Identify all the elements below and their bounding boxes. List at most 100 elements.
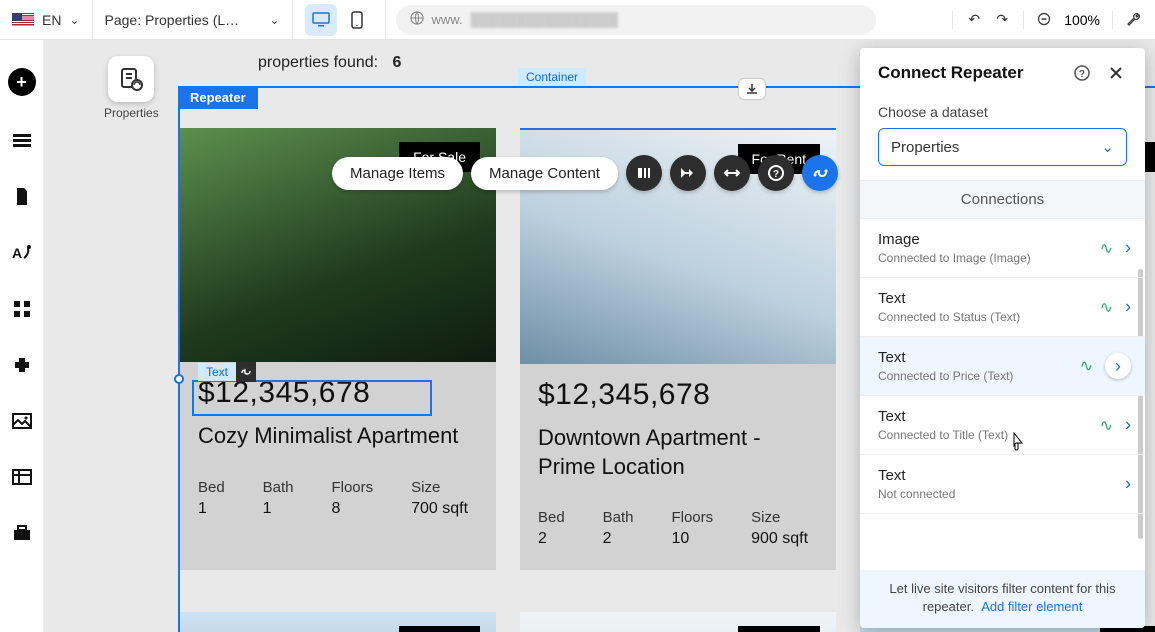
data-icon[interactable] <box>11 466 33 488</box>
meta-value: 900 sqft <box>751 530 818 548</box>
dataset-indicator-label: Properties <box>104 106 159 120</box>
meta-header: Bed <box>538 509 575 526</box>
close-button[interactable] <box>1105 62 1127 84</box>
property-card[interactable]: For Rent $12,345,678 Downtown Apartment … <box>520 128 836 570</box>
connected-icon: ∿ <box>1080 356 1093 376</box>
connection-item-image[interactable]: Image Connected to Image (Image) ∿ › <box>860 219 1145 278</box>
cursor-icon <box>1008 432 1026 457</box>
svg-text:?: ? <box>773 169 779 180</box>
wrench-icon <box>1125 11 1143 29</box>
chevron-right-icon: › <box>1125 238 1131 259</box>
meta-value: 1 <box>263 500 304 518</box>
meta-value: 700 sqft <box>411 500 478 518</box>
top-bar: EN ⌄ Page: Properties (L… ⌄ www. ███████… <box>0 0 1155 40</box>
add-button[interactable]: + <box>8 68 36 96</box>
connect-repeater-panel: Connect Repeater ? Choose a dataset Prop… <box>860 48 1145 628</box>
page-icon[interactable] <box>11 186 33 208</box>
media-icon[interactable] <box>11 410 33 432</box>
manage-items-button[interactable]: Manage Items <box>332 157 463 190</box>
dataset-dropdown[interactable]: Properties ⌄ <box>878 128 1127 166</box>
property-card[interactable]: For Rent <box>520 612 836 632</box>
meta-value: 2 <box>538 530 575 548</box>
resize-handle-left[interactable] <box>174 374 184 384</box>
sections-icon[interactable] <box>11 130 33 152</box>
export-down-button[interactable] <box>738 78 766 100</box>
choose-dataset-label: Choose a dataset <box>878 104 1127 120</box>
property-price: $12,345,678 <box>538 378 818 412</box>
connect-icon <box>236 362 256 382</box>
monitor-icon <box>312 12 330 28</box>
editor-canvas: Properties properties found: 6 Repeater … <box>44 40 1155 632</box>
connection-item-price[interactable]: Text Connected to Price (Text) ∿ › <box>860 337 1145 396</box>
layout-button[interactable] <box>626 155 662 191</box>
tools-button[interactable] <box>1112 11 1155 29</box>
property-image: For Rent <box>520 612 836 632</box>
connection-subtitle: Not connected <box>878 487 1127 501</box>
page-selector[interactable]: Page: Properties (L… ⌄ <box>93 0 293 39</box>
history-controls: ↶ ↷ <box>952 11 1023 29</box>
container-tag[interactable]: Container <box>518 68 586 86</box>
price-selection-box[interactable] <box>192 380 432 416</box>
text-element-tag[interactable]: Text <box>198 362 256 382</box>
manage-content-button[interactable]: Manage Content <box>471 157 618 190</box>
results-count: properties found: 6 <box>258 54 401 72</box>
panel-body: Choose a dataset Properties ⌄ <box>860 98 1145 180</box>
animation-button[interactable] <box>670 155 706 191</box>
url-bar-section: www. ████████████████ <box>386 5 953 35</box>
chevron-right-icon: › <box>1125 297 1131 318</box>
panel-title: Connect Repeater <box>878 63 1023 83</box>
text-tag-label: Text <box>198 363 236 381</box>
url-blurred: ████████████████ <box>471 12 618 27</box>
property-card[interactable]: For Sale <box>180 612 496 632</box>
dataset-icon <box>108 56 154 102</box>
redo-button[interactable]: ↷ <box>993 11 1011 29</box>
zoom-control[interactable]: 100% <box>1023 11 1112 29</box>
chevron-down-icon: ⌄ <box>269 13 279 27</box>
device-switcher <box>293 0 386 39</box>
help-icon[interactable]: ? <box>1071 62 1093 84</box>
property-card[interactable]: For Sale Text $12,345,678 Cozy Minimalis… <box>180 128 496 570</box>
card-body: $12,345,678 Downtown Apartment - Prime L… <box>520 364 836 570</box>
connected-icon: ∿ <box>1100 415 1113 435</box>
meta-value: 2 <box>603 530 644 548</box>
connection-item-unconnected[interactable]: Text Not connected › <box>860 455 1145 514</box>
chevron-right-icon: › <box>1125 415 1131 436</box>
chevron-right-icon: › <box>1105 353 1131 379</box>
meta-header: Floors <box>671 509 723 526</box>
connect-data-button[interactable] <box>802 155 838 191</box>
chevron-down-icon: ⌄ <box>69 13 79 27</box>
property-title: Downtown Apartment - Prime Location <box>538 424 818 481</box>
lang-selector[interactable]: EN ⌄ <box>0 0 93 39</box>
help-button[interactable]: ? <box>758 155 794 191</box>
chevron-right-icon: › <box>1125 474 1131 495</box>
connected-icon: ∿ <box>1100 238 1113 258</box>
undo-button[interactable]: ↶ <box>965 11 983 29</box>
apps-icon[interactable] <box>11 298 33 320</box>
dataset-value: Properties <box>891 139 959 156</box>
connection-item-status[interactable]: Text Connected to Status (Text) ∿ › <box>860 278 1145 337</box>
connection-item-title[interactable]: Text Connected to Title (Text) ∿ › <box>860 396 1145 455</box>
chevron-down-icon: ⌄ <box>1101 138 1114 156</box>
zoom-out-icon <box>1036 11 1054 29</box>
property-meta: Bed Bath Floors Size 1 1 8 700 sqft <box>198 479 478 518</box>
connection-title: Image <box>878 231 1127 248</box>
connection-subtitle: Connected to Status (Text) <box>878 310 1127 324</box>
repeater-tag[interactable]: Repeater <box>178 86 258 109</box>
plugin-icon[interactable] <box>11 354 33 376</box>
panel-footer: Let live site visitors filter content fo… <box>860 570 1145 628</box>
flag-icon <box>12 13 34 27</box>
theme-icon[interactable]: A <box>11 242 33 264</box>
results-prefix: properties found: <box>258 54 378 71</box>
globe-icon <box>410 11 424 28</box>
top-right-tools: ↶ ↷ 100% <box>952 11 1155 29</box>
add-filter-link[interactable]: Add filter element <box>981 599 1082 614</box>
lang-code: EN <box>42 12 61 28</box>
dataset-indicator[interactable]: Properties <box>104 56 159 120</box>
business-icon[interactable] <box>11 522 33 544</box>
property-meta: Bed Bath Floors Size 2 2 10 900 sqft <box>538 509 818 548</box>
stretch-button[interactable] <box>714 155 750 191</box>
status-badge: For Rent <box>738 626 820 632</box>
desktop-view-button[interactable] <box>305 4 337 36</box>
mobile-view-button[interactable] <box>341 4 373 36</box>
url-input[interactable]: www. ████████████████ <box>396 5 876 35</box>
